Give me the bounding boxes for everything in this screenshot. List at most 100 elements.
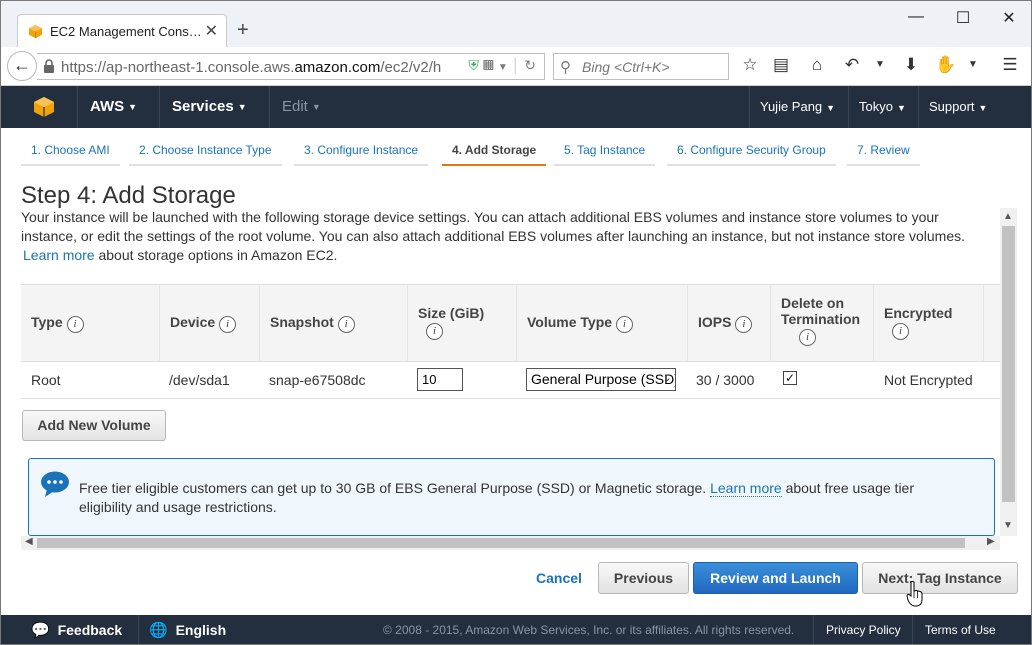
search-box[interactable]: ⚲ Bing <Ctrl+K> xyxy=(553,53,729,80)
language-button[interactable]: 🌐 English xyxy=(139,615,241,644)
next-tag-instance-button[interactable]: Next: Tag Instance xyxy=(862,562,1018,594)
url-text: https://ap-northeast-1.console.aws.amazo… xyxy=(61,59,442,76)
minimize-icon[interactable]: — xyxy=(906,8,926,26)
search-placeholder: Bing <Ctrl+K> xyxy=(582,59,670,75)
step-tag-instance[interactable]: 5. Tag Instance xyxy=(554,138,656,166)
step-configure-security-group[interactable]: 6. Configure Security Group xyxy=(667,138,836,166)
extension-dropdown-icon[interactable]: ▼ xyxy=(962,59,984,70)
vertical-scroll-thumb[interactable] xyxy=(1002,226,1015,502)
cell-iops: 30 / 3000 xyxy=(696,372,755,388)
services-menu[interactable]: Services ▼ xyxy=(159,86,259,128)
scroll-right-icon[interactable]: ▶ xyxy=(987,536,995,547)
browser-tab[interactable]: EC2 Management Cons… ✕ xyxy=(17,14,227,47)
column-iops: IOPS i xyxy=(687,285,770,363)
user-menu[interactable]: Yujie Pang ▼ xyxy=(749,86,845,128)
column-snapshot: Snapshot i xyxy=(259,285,407,363)
maximize-icon[interactable]: ☐ xyxy=(953,8,973,28)
column-type: Type i xyxy=(21,285,159,363)
menu-icon[interactable]: ☰ xyxy=(999,55,1021,75)
info-icon[interactable]: i xyxy=(615,316,633,333)
column-extra xyxy=(983,285,1001,363)
column-device: Device i xyxy=(159,285,259,363)
history-dropdown-icon[interactable]: ▼ xyxy=(869,59,891,70)
speech-bubble-icon xyxy=(41,471,69,497)
cell-device: /dev/sda1 xyxy=(169,372,230,388)
step-configure-instance[interactable]: 3. Configure Instance xyxy=(294,138,429,166)
chevron-down-icon: ▼ xyxy=(896,102,906,113)
scroll-up-icon[interactable]: ▲ xyxy=(1003,211,1013,222)
undo-icon[interactable]: ↶ xyxy=(841,55,863,75)
chevron-down-icon: ▼ xyxy=(237,102,247,113)
reload-icon[interactable]: ↻ xyxy=(524,57,536,73)
chevron-down-icon: ▼ xyxy=(128,102,138,113)
close-window-icon[interactable]: ✕ xyxy=(999,8,1019,28)
storage-content: Your instance will be launched with the … xyxy=(21,208,1018,550)
back-button[interactable]: ← xyxy=(7,51,37,81)
horizontal-scroll-thumb[interactable] xyxy=(37,538,965,548)
info-icon[interactable]: i xyxy=(735,316,753,333)
step-add-storage[interactable]: 4. Add Storage xyxy=(442,138,547,166)
vertical-scrollbar[interactable]: ▲ ▼ xyxy=(1000,208,1017,536)
region-menu[interactable]: Tokyo ▼ xyxy=(848,86,916,128)
step-review[interactable]: 7. Review xyxy=(847,138,920,166)
add-new-volume-button[interactable]: Add New Volume xyxy=(22,410,166,441)
table-row: Root /dev/sda1 snap-e67508dc General Pur… xyxy=(21,362,1001,399)
privacy-policy-link[interactable]: Privacy Policy xyxy=(813,615,913,644)
cell-snapshot: snap-e67508dc xyxy=(269,372,366,388)
home-icon[interactable]: ⌂ xyxy=(806,55,828,75)
cell-type: Root xyxy=(31,372,61,388)
aws-footer: 💬 Feedback 🌐 English © 2008 - 2015, Amaz… xyxy=(1,615,1031,644)
info-icon[interactable]: i xyxy=(66,316,84,333)
navigation-bar: https://ap-northeast-1.console.aws.amazo… xyxy=(1,47,1031,86)
delete-on-termination-checkbox[interactable]: ✓ xyxy=(783,371,797,385)
new-tab-icon[interactable]: + xyxy=(237,20,249,40)
url-bar[interactable]: https://ap-northeast-1.console.aws.amazo… xyxy=(37,53,545,80)
free-tier-info-text: Free tier eligible customers can get up … xyxy=(79,480,914,515)
reading-list-icon[interactable]: ▤ xyxy=(770,55,792,75)
info-icon[interactable]: i xyxy=(799,329,816,346)
learn-more-free-tier-link[interactable]: Learn more xyxy=(710,480,782,497)
close-tab-icon[interactable]: ✕ xyxy=(205,21,218,41)
horizontal-scrollbar[interactable]: ◀ ▶ xyxy=(21,536,1000,550)
feedback-button[interactable]: 💬 Feedback xyxy=(21,615,139,644)
free-tier-info-box: Free tier eligible customers can get up … xyxy=(28,458,995,536)
extension-icon[interactable]: ✋ xyxy=(935,55,957,75)
info-icon[interactable]: i xyxy=(426,323,443,340)
bookmark-star-icon[interactable]: ☆ xyxy=(739,55,761,75)
column-volume-type: Volume Type i xyxy=(516,285,687,363)
download-icon[interactable]: ⬇ xyxy=(900,55,922,75)
step-choose-instance-type[interactable]: 2. Choose Instance Type xyxy=(129,138,282,166)
support-menu[interactable]: Support ▼ xyxy=(918,86,997,128)
table-header: Type i Device i Snapshot i Size (GiB) i V… xyxy=(21,284,1001,363)
qr-code-icon[interactable]: ▦ xyxy=(483,57,494,73)
chevron-down-icon: ⌄ xyxy=(662,372,672,384)
scroll-left-icon[interactable]: ◀ xyxy=(25,536,33,547)
cancel-link[interactable]: Cancel xyxy=(536,570,582,586)
aws-cube-logo-icon[interactable] xyxy=(33,96,55,118)
previous-button[interactable]: Previous xyxy=(598,562,689,594)
size-input[interactable] xyxy=(417,368,463,391)
review-and-launch-button[interactable]: Review and Launch xyxy=(693,562,858,594)
column-encrypted: Encrypted i xyxy=(873,285,983,363)
title-bar: EC2 Management Cons… ✕ + — ☐ ✕ xyxy=(1,1,1031,47)
cell-encrypted: Not Encrypted xyxy=(884,372,973,388)
copyright-text: © 2008 - 2015, Amazon Web Services, Inc.… xyxy=(383,623,795,637)
info-icon[interactable]: i xyxy=(219,316,237,333)
hand-cursor-icon xyxy=(906,581,923,607)
edit-menu[interactable]: Edit ▼ xyxy=(269,86,333,128)
aws-menu[interactable]: AWS ▼ xyxy=(77,86,149,128)
info-icon[interactable]: i xyxy=(892,323,909,340)
chevron-down-icon: ▼ xyxy=(978,102,988,113)
volume-type-select[interactable]: General Purpose (SSD) ⌄ xyxy=(526,368,676,391)
aws-cube-icon xyxy=(28,24,43,39)
learn-more-storage-link[interactable]: Learn more xyxy=(23,247,95,263)
info-icon[interactable]: i xyxy=(337,316,355,333)
scroll-down-icon[interactable]: ▼ xyxy=(1003,520,1013,531)
shield-icon[interactable]: ⛨ xyxy=(468,57,479,73)
step-choose-ami[interactable]: 1. Choose AMI xyxy=(21,138,120,166)
terms-of-use-link[interactable]: Terms of Use xyxy=(912,615,1008,644)
dropdown-arrow-icon[interactable]: ▼ xyxy=(498,62,508,73)
column-size: Size (GiB) i xyxy=(407,285,516,363)
page-title: Step 4: Add Storage xyxy=(21,182,236,209)
search-icon: ⚲ xyxy=(560,59,571,76)
